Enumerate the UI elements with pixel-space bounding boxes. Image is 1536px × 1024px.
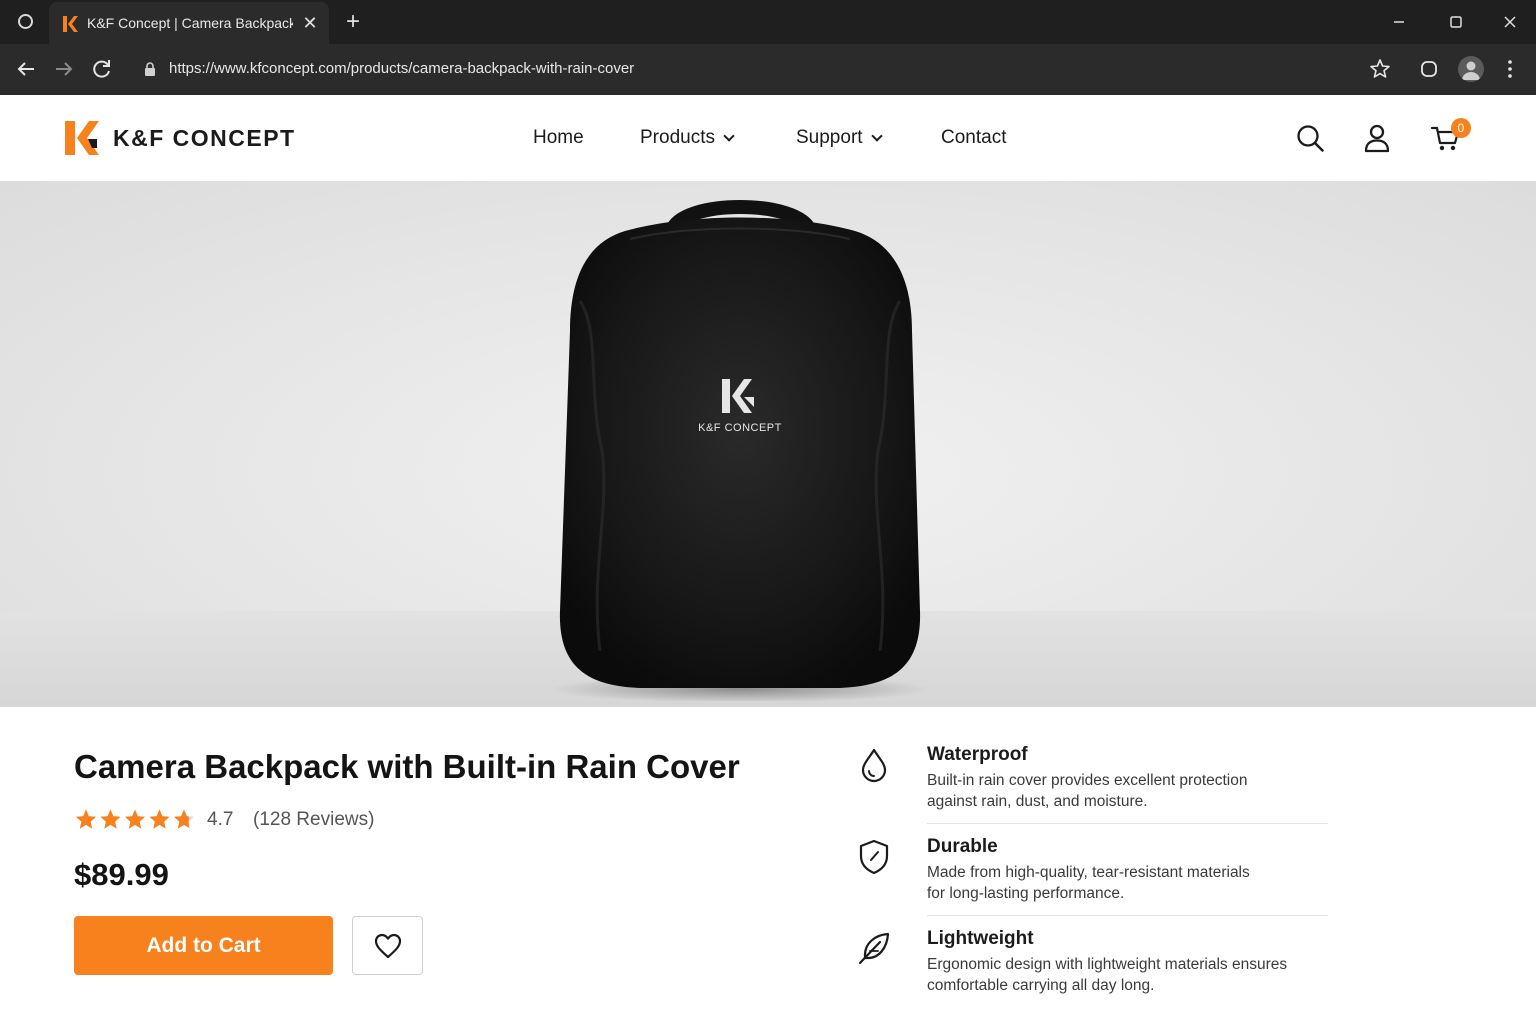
cart-count-badge: 0 — [1451, 118, 1471, 138]
bookmark-star-icon[interactable] — [1368, 57, 1392, 81]
account-icon[interactable] — [1361, 122, 1393, 154]
address-bar[interactable]: https://www.kfconcept.com/products/camer… — [169, 60, 634, 77]
star-icon — [100, 809, 121, 829]
brand-name[interactable]: K&F CONCEPT — [113, 125, 296, 152]
chevron-down-icon — [723, 130, 735, 142]
site-header: K&F CONCEPT Home Products Support Contac… — [0, 95, 1536, 181]
reload-icon[interactable] — [90, 57, 114, 81]
feature-lightweight: Lightweight Ergonomic design with lightw… — [850, 928, 1330, 998]
feature-description: Made from high-quality, tear-resistant m… — [927, 862, 1337, 904]
feature-desc-line: against rain, dust, and moisture. — [927, 793, 1148, 810]
heart-icon — [374, 933, 402, 959]
star-icon — [76, 809, 96, 829]
review-count[interactable]: (128 Reviews) — [253, 809, 374, 831]
rating-stars — [76, 809, 194, 829]
person-icon — [1462, 61, 1480, 80]
browser-menu-icon[interactable] — [18, 14, 33, 29]
new-tab-icon[interactable]: + — [342, 10, 364, 34]
water-drop-icon — [861, 748, 887, 783]
close-window-icon[interactable] — [1498, 10, 1522, 34]
feature-divider — [927, 823, 1328, 824]
nav-contact[interactable]: Contact — [941, 127, 1006, 149]
back-arrow-icon[interactable] — [14, 57, 38, 81]
kf-logo-icon[interactable] — [64, 120, 100, 156]
feature-waterproof: Waterproof Built-in rain cover provides … — [850, 744, 1330, 814]
nav-contact-label: Contact — [941, 127, 1007, 148]
star-icon — [174, 809, 194, 829]
profile-avatar[interactable] — [1458, 56, 1484, 82]
browser-tab-bar: K&F Concept | Camera Backpack ✕ + — [0, 0, 1536, 44]
wishlist-button[interactable] — [352, 916, 423, 975]
browser-toolbar: https://www.kfconcept.com/products/camer… — [0, 44, 1536, 95]
feature-desc-line: Made from high-quality, tear-resistant m… — [927, 864, 1250, 881]
feather-icon — [858, 932, 890, 965]
nav-support-label: Support — [796, 127, 863, 148]
tab-close-icon[interactable]: ✕ — [301, 14, 319, 32]
kf-favicon-icon — [63, 16, 78, 32]
nav-home[interactable]: Home — [533, 127, 584, 149]
maximize-icon[interactable] — [1444, 10, 1468, 34]
nav-products[interactable]: Products — [640, 127, 735, 149]
search-icon[interactable] — [1294, 122, 1326, 154]
star-icon — [149, 809, 170, 829]
lock-icon[interactable] — [143, 61, 157, 77]
hero-product-image: K&F CONCEPT — [0, 181, 1536, 707]
product-title: Camera Backpack with Built-in Rain Cover — [74, 748, 740, 785]
forward-arrow-icon[interactable] — [52, 57, 76, 81]
feature-description: Ergonomic design with lightweight materi… — [927, 954, 1337, 996]
chevron-down-icon — [870, 130, 883, 142]
feature-title: Durable — [927, 836, 998, 857]
star-icon — [125, 809, 145, 829]
shield-icon — [859, 839, 889, 875]
backpack-brand-print: K&F CONCEPT — [698, 422, 782, 434]
feature-desc-line: for long-lasting performance. — [927, 885, 1125, 902]
feature-title: Lightweight — [927, 928, 1034, 949]
nav-home-label: Home — [533, 127, 584, 148]
nav-products-label: Products — [640, 127, 715, 148]
browser-menu-dots-icon[interactable] — [1498, 57, 1522, 81]
feature-desc-line: Ergonomic design with lightweight materi… — [927, 956, 1288, 973]
extensions-icon[interactable] — [1417, 57, 1441, 81]
feature-durable: Durable Made from high-quality, tear-res… — [850, 836, 1330, 906]
add-to-cart-button[interactable]: Add to Cart — [74, 916, 333, 975]
rating-value: 4.7 — [207, 809, 234, 830]
feature-desc-line: comfortable carrying all day long. — [927, 977, 1155, 994]
feature-desc-line: Built-in rain cover provides excellent p… — [927, 772, 1248, 789]
feature-title: Waterproof — [927, 744, 1028, 765]
tab-title: K&F Concept | Camera Backpack — [87, 15, 293, 31]
feature-divider — [927, 915, 1328, 916]
minimize-icon[interactable] — [1387, 10, 1411, 34]
nav-support[interactable]: Support — [796, 127, 883, 149]
backpack-image — [550, 200, 930, 701]
browser-tab[interactable]: K&F Concept | Camera Backpack ✕ — [49, 2, 329, 44]
feature-description: Built-in rain cover provides excellent p… — [927, 770, 1337, 812]
product-price: $89.99 — [74, 857, 169, 892]
